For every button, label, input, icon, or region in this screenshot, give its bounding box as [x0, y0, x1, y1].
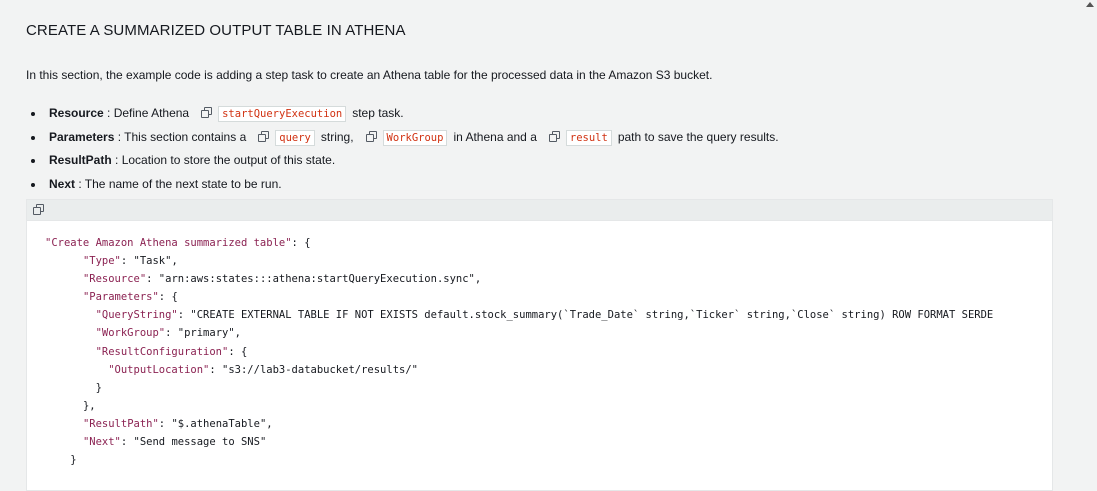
- code-value: }: [70, 454, 77, 467]
- copy-icon[interactable]: [365, 130, 377, 142]
- code-line: "QueryString": "CREATE EXTERNAL TABLE IF…: [45, 306, 1052, 324]
- code-line: "Type": "Task",: [45, 252, 1052, 270]
- code-line: }: [45, 451, 1052, 469]
- bullet-text: step task.: [352, 106, 404, 120]
- code-value: : "arn:aws:states:::athena:startQueryExe…: [146, 273, 482, 286]
- code-line: "Parameters": {: [45, 288, 1052, 306]
- code-key: "ResultPath": [82, 417, 159, 430]
- inline-code: result: [565, 129, 612, 146]
- code-key: "WorkGroup": [95, 327, 166, 340]
- code-value: : {: [228, 345, 248, 358]
- bullet-next: Next : The name of the next state to be …: [26, 173, 1026, 197]
- bullet-term: Next: [49, 177, 76, 192]
- inline-code: startQueryExecution: [218, 106, 347, 122]
- code-key: "Parameters": [82, 291, 159, 304]
- inline-code: WorkGroup: [382, 129, 448, 146]
- bullet-term: ResultPath: [49, 153, 112, 168]
- bullet-term: Parameters: [49, 129, 115, 144]
- code-value: : "$.athenaTable",: [158, 417, 273, 430]
- code-value: : "primary",: [165, 327, 241, 340]
- bullet-resultpath: ResultPath : Location to store the outpu…: [26, 149, 1026, 173]
- code-key: "Type": [82, 255, 121, 268]
- code-key: "OutputLocation": [108, 363, 210, 376]
- code-value: : {: [158, 291, 178, 304]
- bullet-text: : The name of the next state to be run.: [75, 177, 282, 192]
- code-line: "ResultPath": "$.athenaTable",: [45, 415, 1052, 433]
- code-toolbar: [27, 200, 1052, 221]
- code-line: }: [45, 379, 1052, 397]
- code-block: "Create Amazon Athena summarized table":…: [26, 199, 1053, 491]
- code-key: "QueryString": [95, 309, 178, 322]
- code-line: "OutputLocation": "s3://lab3-databucket/…: [45, 361, 1052, 379]
- bullet-text: in Athena and a: [453, 129, 537, 144]
- code-line: "WorkGroup": "primary",: [45, 324, 1052, 342]
- code-value: : "s3://lab3-databucket/results/": [209, 363, 418, 376]
- code-value: }: [95, 381, 102, 394]
- bullet-text: : This section contains a: [114, 129, 247, 144]
- bullet-list: Resource : Define Athena startQueryExecut…: [26, 102, 1026, 197]
- scrollbar[interactable]: [1083, 0, 1097, 471]
- copy-icon[interactable]: [201, 107, 213, 118]
- section-intro: In this section, the example code is add…: [26, 68, 713, 82]
- code-key: "Next": [82, 436, 121, 449]
- code-line: "ResultConfiguration": {: [45, 343, 1052, 361]
- copy-icon[interactable]: [548, 130, 560, 142]
- bullet-text: path to save the query results.: [617, 129, 779, 144]
- bullet-text: : Define Athena: [103, 106, 190, 120]
- code-content: "Create Amazon Athena summarized table":…: [27, 221, 1052, 469]
- code-line: "Resource": "arn:aws:states:::athena:sta…: [45, 270, 1052, 288]
- scroll-up-icon[interactable]: [1086, 2, 1094, 7]
- bullet-text: : Location to store the output of this s…: [111, 153, 336, 168]
- code-value: },: [82, 399, 96, 412]
- code-value: : "Send message to SNS": [120, 436, 267, 449]
- copy-code-icon[interactable]: [33, 204, 44, 215]
- code-key: "ResultConfiguration": [95, 345, 229, 358]
- code-key: "Create Amazon Athena summarized table": [45, 237, 292, 249]
- bullet-term: Resource: [49, 106, 104, 120]
- code-line: "Next": "Send message to SNS": [45, 433, 1052, 451]
- bullet-resource: Resource : Define Athena startQueryExecut…: [26, 102, 1026, 126]
- code-line: },: [45, 397, 1052, 415]
- code-value: : "Task",: [120, 255, 178, 268]
- copy-icon[interactable]: [258, 130, 270, 142]
- code-line: "Create Amazon Athena summarized table":…: [45, 234, 1052, 252]
- bullet-text: string,: [320, 129, 354, 144]
- code-key: "Resource": [82, 273, 147, 286]
- inline-code: query: [275, 129, 315, 146]
- bullet-parameters: Parameters : This section contains a quer…: [26, 126, 1026, 150]
- section-heading: CREATE A SUMMARIZED OUTPUT TABLE IN ATHE…: [26, 22, 406, 39]
- code-value: : {: [291, 237, 311, 249]
- code-value: : "CREATE EXTERNAL TABLE IF NOT EXISTS d…: [177, 309, 994, 322]
